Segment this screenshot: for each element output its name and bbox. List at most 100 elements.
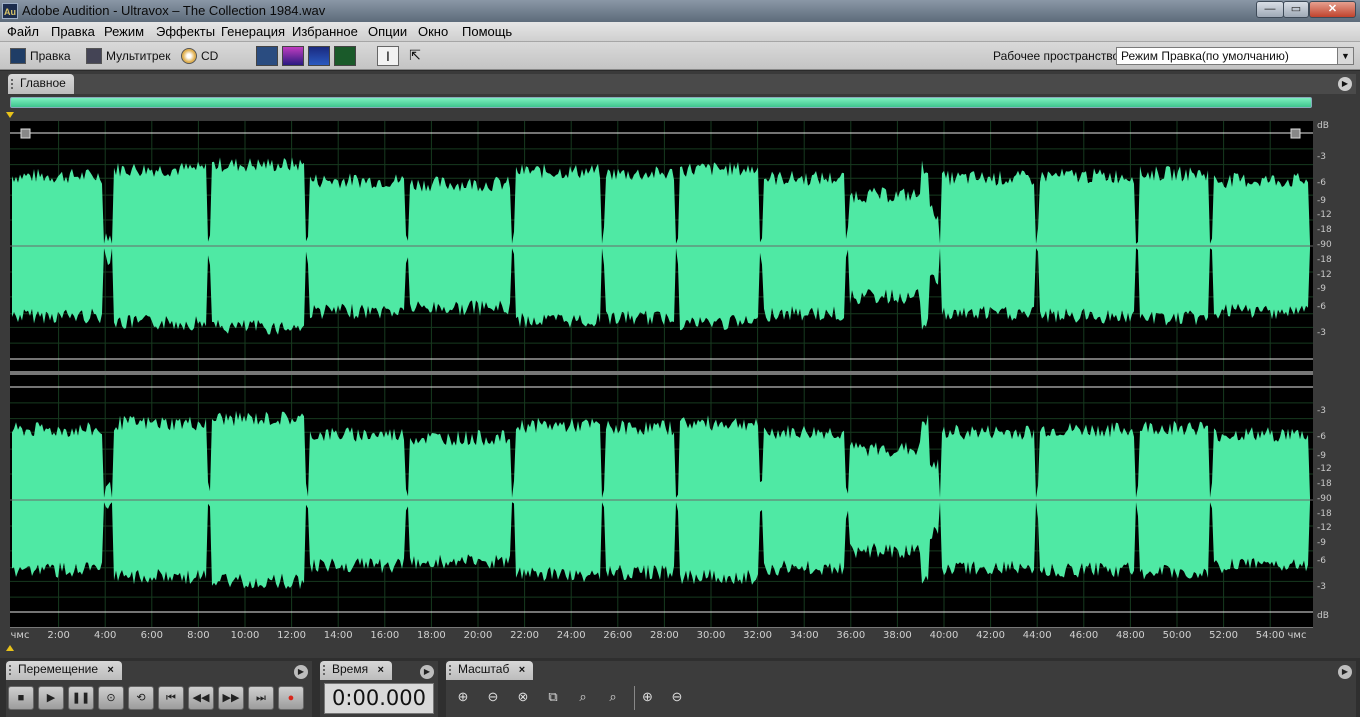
time-tick-label: 32:00 bbox=[743, 630, 773, 641]
time-selection-tool-icon[interactable]: I bbox=[377, 46, 399, 66]
menu-bar: Файл Правка Режим Эффекты Генерация Избр… bbox=[0, 22, 1360, 42]
workspace-label: Рабочее пространство: bbox=[993, 49, 1123, 63]
zoom-full-icon: ⊗ bbox=[517, 689, 529, 704]
fast-forward-icon: ▶▶ bbox=[222, 692, 240, 704]
go-to-end-button[interactable]: ⏭ bbox=[248, 686, 274, 710]
time-tick-label: 30:00 bbox=[696, 630, 726, 641]
play-to-end-icon: ⊙ bbox=[106, 692, 116, 704]
menu-favorites[interactable]: Избранное bbox=[292, 24, 358, 39]
zoom-in-amplitude-button[interactable]: ⊕ bbox=[450, 686, 476, 710]
time-tick-label: 44:00 bbox=[1022, 630, 1052, 641]
time-tick-label: 6:00 bbox=[140, 630, 164, 641]
fast-forward-button[interactable]: ▶▶ bbox=[218, 686, 244, 710]
play-to-end-button[interactable]: ⊙ bbox=[98, 686, 124, 710]
time-tick-label: 36:00 bbox=[836, 630, 866, 641]
transport-panel: Перемещение × ▶ ■ ▶ ❚❚ ⊙ ⟲ ⏮ ◀◀ ▶▶ ⏭ ● bbox=[6, 661, 312, 717]
overview-scrollbar[interactable] bbox=[10, 97, 1312, 108]
menu-window[interactable]: Окно bbox=[418, 24, 448, 39]
rewind-icon: ◀◀ bbox=[192, 692, 210, 704]
panel-menu-icon[interactable]: ▶ bbox=[1338, 665, 1352, 679]
main-editor-panel: Главное ▶ dB -3 -6 -9 -12 -18 -90 -18 -12 -9 -6 -3 -… bbox=[0, 71, 1360, 658]
db-tick-label: -3 bbox=[1317, 328, 1326, 338]
panel-menu-icon[interactable]: ▶ bbox=[420, 665, 434, 679]
zoom-selection-button[interactable]: ⌕ bbox=[570, 686, 596, 710]
db-tick-label: -9 bbox=[1317, 451, 1326, 461]
main-panel-tabbar: Главное ▶ bbox=[8, 74, 1356, 94]
waveform-display[interactable] bbox=[10, 121, 1313, 627]
marquee-selection-tool-icon[interactable]: ⇱ bbox=[404, 46, 426, 66]
spectral-pan-button[interactable] bbox=[308, 46, 330, 66]
toolbar: Правка Мультитрек CD I ⇱ Рабочее простра… bbox=[0, 42, 1360, 70]
close-icon[interactable]: × bbox=[107, 664, 113, 676]
db-tick-label: -6 bbox=[1317, 302, 1326, 312]
zoom-out-icon: ⊖ bbox=[487, 689, 499, 704]
loop-button[interactable]: ⟲ bbox=[128, 686, 154, 710]
time-tick-label: 14:00 bbox=[323, 630, 353, 641]
cd-icon bbox=[181, 48, 197, 64]
waveform-svg bbox=[10, 121, 1313, 627]
edit-view-button[interactable]: Правка bbox=[10, 46, 71, 66]
play-button[interactable]: ▶ bbox=[38, 686, 64, 710]
playhead-top-marker[interactable] bbox=[6, 112, 14, 118]
menu-effects[interactable]: Эффекты bbox=[156, 24, 215, 39]
zoom-left-button[interactable]: ⧉ bbox=[540, 686, 566, 710]
rewind-button[interactable]: ◀◀ bbox=[188, 686, 214, 710]
db-ruler: dB -3 -6 -9 -12 -18 -90 -18 -12 -9 -6 -3 -3 -6 -9 -12 -1… bbox=[1313, 121, 1360, 627]
waveform-edit-icon bbox=[10, 48, 26, 64]
time-tick-label: 48:00 bbox=[1115, 630, 1145, 641]
zoom-in-icon: ⊕ bbox=[457, 689, 469, 704]
zoom-in-vertical-button[interactable]: ⊕ bbox=[634, 686, 660, 710]
time-tick-label: 18:00 bbox=[416, 630, 446, 641]
tab-main[interactable]: Главное bbox=[8, 74, 74, 94]
playhead-bottom-marker[interactable] bbox=[6, 645, 14, 651]
time-tick-label: 34:00 bbox=[789, 630, 819, 641]
db-tick-label: -6 bbox=[1317, 432, 1326, 442]
tab-time[interactable]: Время × bbox=[320, 661, 392, 680]
fade-in-handle bbox=[20, 128, 31, 139]
waveform-display-button[interactable] bbox=[256, 46, 278, 66]
zoom-right-button[interactable]: ⌕ bbox=[600, 686, 626, 710]
time-tick-label: 12:00 bbox=[277, 630, 307, 641]
db-tick-label: -18 bbox=[1317, 255, 1332, 265]
menu-edit[interactable]: Правка bbox=[51, 24, 95, 39]
time-ruler[interactable]: чмс 2:00 4:00 6:00 8:00 10:00 12:00 14:00 16:00 1… bbox=[10, 627, 1313, 645]
time-tick-label: 20:00 bbox=[463, 630, 493, 641]
menu-help[interactable]: Помощь bbox=[462, 24, 512, 39]
zoom-out-vertical-button[interactable]: ⊖ bbox=[664, 686, 690, 710]
stop-button[interactable]: ■ bbox=[8, 686, 34, 710]
workspace-select[interactable]: Режим Правка(по умолчанию) ▼ bbox=[1116, 47, 1354, 65]
maximize-button[interactable]: ▭ bbox=[1283, 1, 1309, 18]
close-icon[interactable]: × bbox=[519, 664, 525, 676]
zoom-out-vertical-icon: ⊖ bbox=[671, 689, 683, 704]
multitrack-view-button[interactable]: Мультитрек bbox=[86, 46, 170, 66]
record-button[interactable]: ● bbox=[278, 686, 304, 710]
tab-main-label: Главное bbox=[20, 76, 66, 90]
tab-transport[interactable]: Перемещение × bbox=[6, 661, 122, 680]
cd-view-button[interactable]: CD bbox=[181, 46, 218, 66]
zoom-full-button[interactable]: ⊗ bbox=[510, 686, 536, 710]
pause-button[interactable]: ❚❚ bbox=[68, 686, 94, 710]
loop-icon: ⟲ bbox=[136, 692, 146, 704]
menu-generate[interactable]: Генерация bbox=[221, 24, 285, 39]
spectral-frequency-button[interactable] bbox=[282, 46, 304, 66]
menu-file[interactable]: Файл bbox=[7, 24, 39, 39]
close-window-button[interactable]: ✕ bbox=[1309, 1, 1356, 18]
db-tick-label: -9 bbox=[1317, 538, 1326, 548]
stop-icon: ■ bbox=[17, 692, 25, 704]
db-tick-label: -12 bbox=[1317, 523, 1332, 533]
time-tick-label: 26:00 bbox=[603, 630, 633, 641]
zoom-out-amplitude-button[interactable]: ⊖ bbox=[480, 686, 506, 710]
panel-menu-icon[interactable]: ▶ bbox=[1338, 77, 1352, 91]
panel-menu-icon[interactable]: ▶ bbox=[294, 665, 308, 679]
tab-zoom[interactable]: Масштаб × bbox=[446, 661, 534, 680]
menu-options[interactable]: Опции bbox=[368, 24, 407, 39]
time-tick-label: 10:00 bbox=[230, 630, 260, 641]
menu-view[interactable]: Режим bbox=[104, 24, 144, 39]
minimize-button[interactable]: — bbox=[1256, 1, 1284, 18]
title-bar[interactable]: Au Adobe Audition - Ultravox – The Colle… bbox=[0, 0, 1360, 22]
close-icon[interactable]: × bbox=[377, 664, 383, 676]
spectral-phase-button[interactable] bbox=[334, 46, 356, 66]
time-tick-label: 24:00 bbox=[556, 630, 586, 641]
go-to-start-button[interactable]: ⏮ bbox=[158, 686, 184, 710]
panel-grip-icon bbox=[323, 665, 328, 675]
